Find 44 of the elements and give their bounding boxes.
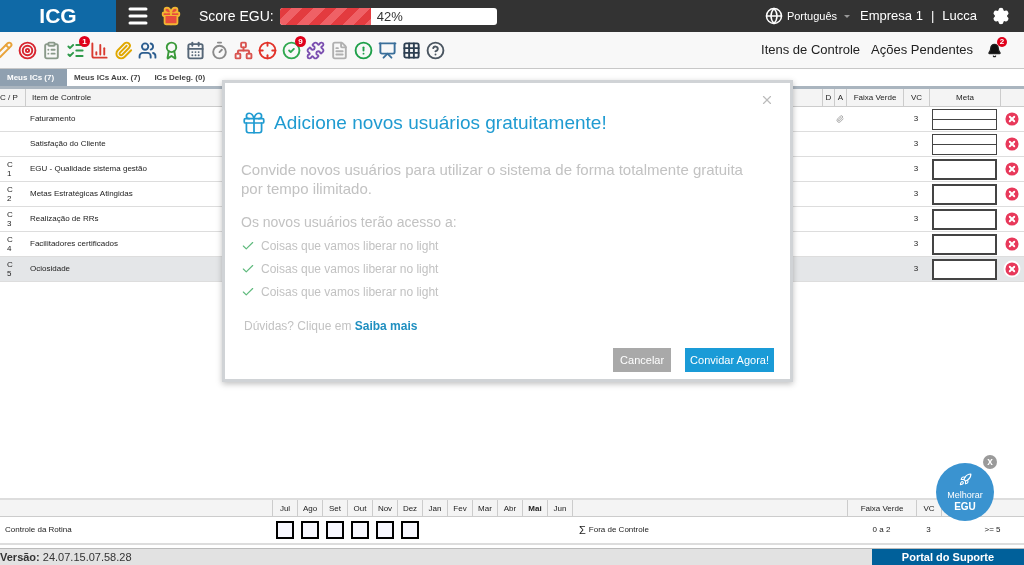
cp-code: 2: [7, 194, 13, 203]
table-cell-text: 0 a 2: [871, 524, 892, 536]
table-cell-text: 3: [912, 238, 920, 250]
table-cell-text: 3: [912, 263, 920, 275]
cp-code: 4: [7, 244, 13, 253]
sum-symbol: Σ: [579, 522, 586, 538]
table-cell: Facilitadores certificados: [30, 239, 119, 248]
cp-code: C: [7, 260, 14, 269]
table-cell: Metas Estratégicas Atingidas: [30, 189, 133, 198]
cp-code: 1: [7, 169, 13, 178]
separator: |: [930, 7, 935, 26]
cp-code: 5: [7, 269, 13, 278]
feature-item: Coisas que vamos liberar no light: [261, 237, 439, 255]
column-header: Faixa Verde: [847, 500, 916, 516]
table-cell: Faturamento: [30, 114, 76, 123]
table-cell-text: 3: [912, 188, 920, 200]
count-badge: 1: [79, 35, 90, 47]
table-cell: Fora de Controle: [588, 524, 649, 536]
feature-item: Coisas que vamos liberar no light: [261, 260, 439, 278]
table-cell: Ociosidade: [30, 264, 71, 273]
table-cell: Realização de RRs: [30, 214, 99, 223]
dialog-title: Adicione novos usuários gratuitamente!: [274, 111, 607, 135]
score-label: Score EGU:: [199, 6, 274, 26]
help-text: Dúvidas? Clique em Saiba mais: [244, 317, 419, 335]
version-text: Versão: 24.07.15.07.58.28: [0, 549, 132, 565]
table-cell-text: 3: [912, 213, 920, 225]
count-badge: 9: [295, 35, 306, 47]
table-cell: Satisfação do Cliente: [30, 139, 106, 148]
cp-code: 3: [7, 219, 13, 228]
dialog-subheading: Os novos usuários terão acesso a:: [241, 212, 458, 232]
feature-item: Coisas que vamos liberar no light: [261, 283, 439, 301]
table-cell-text: 3: [912, 163, 920, 175]
cp-code: C: [7, 160, 14, 169]
count-badge: 2: [997, 36, 1007, 47]
table-cell-text: 3: [912, 138, 920, 150]
table-cell-text: 3: [925, 524, 932, 536]
table-cell-text: 3: [912, 113, 920, 125]
table-cell-text: Controle da Rotina: [4, 524, 73, 536]
score-reading: 42%: [376, 7, 403, 25]
cp-code: C: [7, 210, 14, 219]
cp-code: C: [7, 235, 14, 244]
table-cell-text: >= 5: [983, 524, 1002, 536]
cp-code: C: [7, 185, 14, 194]
table-cell: EGU - Qualidade sistema gestão: [30, 164, 147, 173]
